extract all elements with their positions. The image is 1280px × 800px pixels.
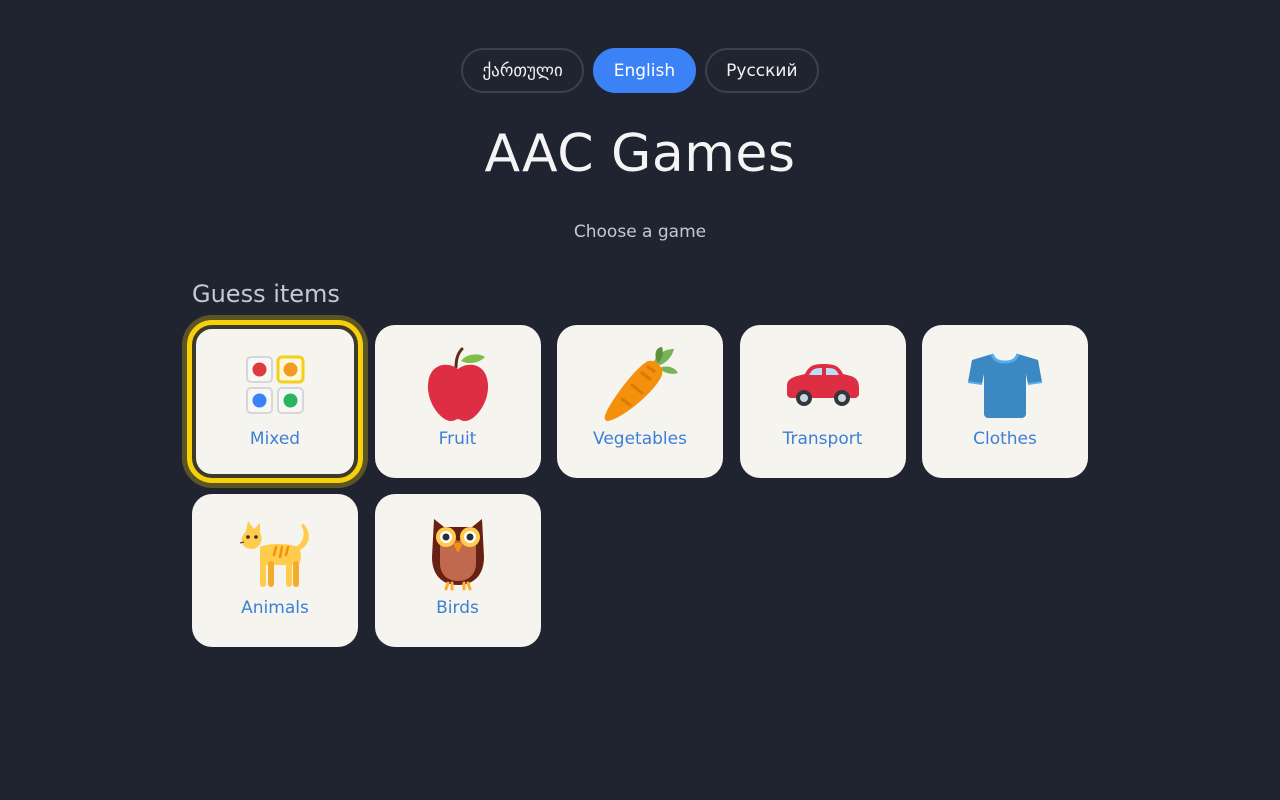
cat-icon [237, 516, 313, 592]
game-tile-transport[interactable]: Transport [739, 325, 906, 478]
car-icon [785, 347, 861, 423]
game-tile-grid: Mixed Fruit Vegetables Transport Clothes… [187, 320, 1104, 647]
section-title: Guess items [192, 280, 340, 308]
language-switcher: ქართული English Русский [0, 48, 1280, 93]
tile-label: Transport [782, 429, 863, 449]
tile-label: Mixed [249, 429, 301, 449]
game-tile-animals[interactable]: Animals [192, 494, 358, 647]
game-tile-mixed[interactable]: Mixed [187, 320, 363, 483]
owl-icon [420, 516, 496, 592]
game-tile-birds[interactable]: Birds [374, 494, 541, 647]
tile-label: Vegetables [593, 429, 687, 449]
tile-label: Birds [436, 598, 479, 618]
grid-icon [237, 347, 313, 423]
game-tile-vegetables[interactable]: Vegetables [557, 325, 723, 478]
apple-icon [420, 347, 496, 423]
carrot-icon [602, 347, 678, 423]
game-tile-clothes[interactable]: Clothes [922, 325, 1088, 478]
language-button-english[interactable]: English [592, 48, 697, 93]
tile-label: Clothes [973, 429, 1037, 449]
tshirt-icon [967, 347, 1043, 423]
game-tile-fruit[interactable]: Fruit [374, 325, 541, 478]
language-button-russian[interactable]: Русский [705, 48, 819, 93]
language-button-georgian[interactable]: ქართული [461, 48, 584, 93]
tile-label: Fruit [438, 429, 477, 449]
page-subtitle: Choose a game [573, 222, 707, 242]
tile-label: Animals [241, 598, 309, 618]
page-title: AAC Games [484, 124, 796, 184]
